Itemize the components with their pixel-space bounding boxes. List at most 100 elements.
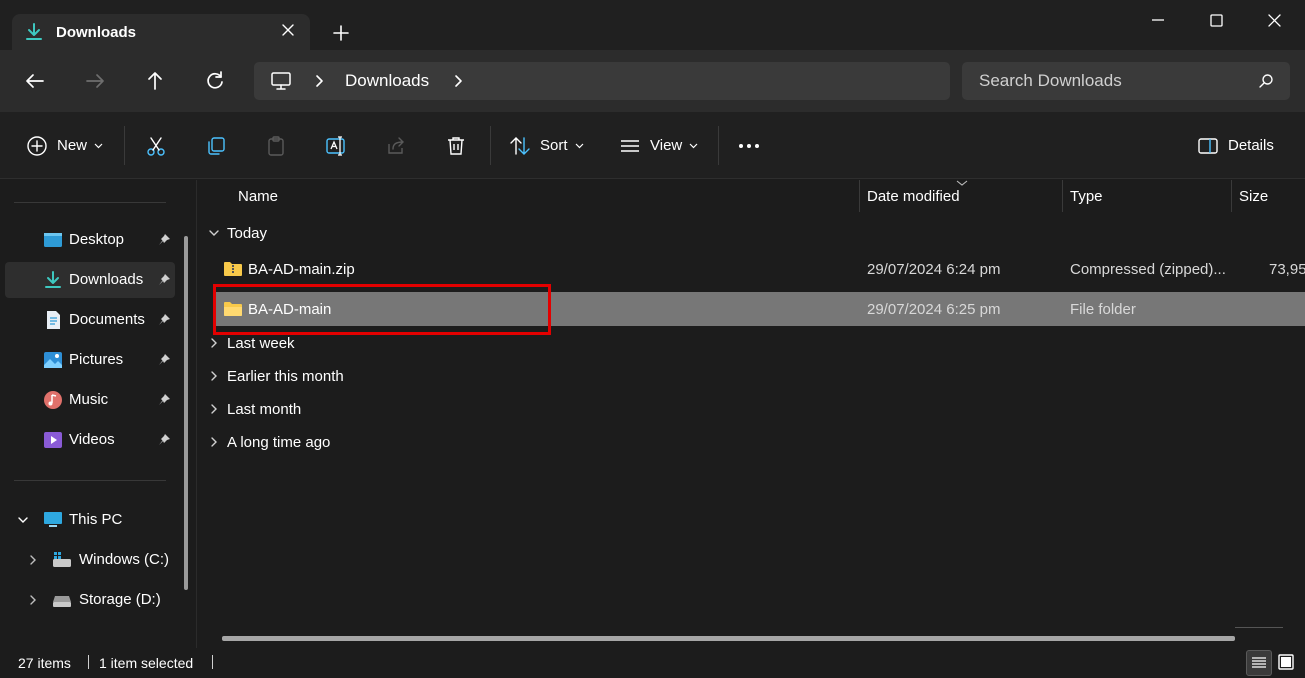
maximize-icon[interactable] [1194, 8, 1238, 34]
view-button[interactable]: View [619, 112, 698, 179]
address-row: Downloads [0, 50, 1305, 112]
this-pc-icon [271, 72, 291, 90]
sidebar-item-windows-drive[interactable]: Windows (C:) [5, 542, 175, 578]
zip-folder-icon [224, 262, 242, 276]
more-options-button[interactable] [738, 112, 760, 179]
sidebar-item-label: Videos [69, 431, 115, 448]
close-tab-icon[interactable] [280, 22, 296, 38]
desktop-icon [44, 233, 62, 247]
sidebar-item-downloads[interactable]: Downloads [5, 262, 175, 298]
details-button[interactable]: Details [1197, 112, 1274, 179]
sort-button[interactable]: Sort [509, 112, 584, 179]
minimize-icon[interactable] [1136, 8, 1180, 34]
up-arrow-icon[interactable] [142, 68, 168, 94]
group-label: Today [227, 225, 268, 242]
chevron-right-icon[interactable] [208, 370, 220, 382]
tab-label: Downloads [56, 24, 137, 41]
group-label: A long time ago [227, 434, 331, 451]
sidebar-item-pictures[interactable]: Pictures [5, 342, 175, 378]
sidebar-item-storage-drive[interactable]: Storage (D:) [5, 582, 175, 618]
status-bar: 27 items 1 item selected [0, 648, 1305, 678]
chevron-down-icon[interactable] [17, 514, 29, 526]
large-icons-view-icon [1278, 654, 1294, 670]
separator [124, 126, 125, 165]
file-size: 73,95 [1269, 261, 1305, 278]
share-button[interactable] [385, 112, 407, 179]
details-label: Details [1228, 137, 1274, 154]
chevron-right-icon[interactable] [208, 436, 220, 448]
refresh-icon[interactable] [202, 68, 228, 94]
chevron-right-icon[interactable] [27, 594, 39, 606]
documents-icon [47, 311, 60, 329]
forward-arrow-icon[interactable] [82, 68, 108, 94]
search-input[interactable] [962, 62, 1252, 100]
tab-downloads[interactable]: Downloads [12, 14, 310, 50]
pin-icon[interactable] [158, 433, 171, 446]
highlight-annotation-box [213, 284, 551, 335]
chevron-down-icon[interactable] [208, 227, 220, 239]
sidebar-item-documents[interactable]: Documents [5, 302, 175, 338]
paste-button[interactable] [265, 112, 287, 179]
delete-button[interactable] [445, 112, 467, 179]
view-lines-icon [621, 139, 639, 152]
file-list: Name Date modified Type Size Today BA-AD… [198, 180, 1305, 648]
pin-icon[interactable] [158, 353, 171, 366]
windows-drive-icon [53, 552, 71, 567]
sidebar-item-label: Desktop [69, 231, 125, 248]
details-view-icon [1252, 657, 1266, 668]
search-box[interactable] [962, 62, 1290, 100]
pin-icon[interactable] [158, 313, 171, 326]
cut-button[interactable] [145, 112, 167, 179]
scrollbar-track-end [1235, 627, 1283, 628]
file-date: 29/07/2024 6:24 pm [867, 261, 1001, 278]
new-tab-plus-icon[interactable] [330, 22, 352, 44]
column-header-date-modified[interactable]: Date modified [859, 180, 1062, 213]
navigation-pane: Desktop Downloads Documents Pictures Mus… [0, 180, 197, 648]
pictures-icon [44, 352, 62, 368]
sidebar-item-videos[interactable]: Videos [5, 422, 175, 458]
back-arrow-icon[interactable] [22, 68, 48, 94]
horizontal-scrollbar[interactable] [222, 636, 1235, 641]
share-icon [388, 136, 404, 154]
details-view-button[interactable] [1246, 650, 1272, 676]
search-icon[interactable] [1258, 73, 1274, 89]
column-header-type[interactable]: Type [1062, 180, 1231, 213]
scissors-icon [147, 136, 165, 156]
close-window-icon[interactable] [1252, 8, 1296, 34]
pin-icon[interactable] [158, 393, 171, 406]
address-bar[interactable]: Downloads [254, 62, 950, 100]
pin-icon[interactable] [158, 233, 171, 246]
chevron-down-icon [575, 143, 583, 148]
sidebar-scrollbar[interactable] [184, 236, 188, 590]
selection-count: 1 item selected [99, 655, 194, 671]
separator [490, 126, 491, 165]
sidebar-item-music[interactable]: Music [5, 382, 175, 418]
pin-icon[interactable] [158, 273, 171, 286]
column-header-name[interactable]: Name [230, 180, 858, 213]
file-row[interactable]: BA-AD-main.zip 29/07/2024 6:24 pm Compre… [216, 252, 1305, 286]
sidebar-item-label: Pictures [69, 351, 124, 368]
file-type: Compressed (zipped)... [1070, 261, 1226, 278]
chevron-right-icon[interactable] [208, 403, 220, 415]
file-date: 29/07/2024 6:25 pm [867, 301, 1001, 318]
rename-icon [326, 135, 345, 156]
group-label: Earlier this month [227, 368, 344, 385]
copy-button[interactable] [205, 112, 227, 179]
large-icons-view-button[interactable] [1274, 650, 1300, 676]
breadcrumb-downloads[interactable]: Downloads [345, 71, 429, 91]
rename-button[interactable] [325, 112, 349, 179]
divider [14, 202, 166, 203]
chevron-right-icon[interactable] [312, 73, 326, 89]
sidebar-item-this-pc[interactable]: This PC [5, 502, 175, 538]
file-type: File folder [1070, 301, 1136, 318]
download-icon [45, 271, 61, 288]
new-label: New [57, 137, 88, 154]
column-header-size[interactable]: Size [1231, 180, 1305, 213]
videos-icon [44, 432, 62, 448]
sidebar-item-desktop[interactable]: Desktop [5, 222, 175, 258]
new-button[interactable]: New [26, 112, 103, 179]
chevron-right-icon[interactable] [27, 554, 39, 566]
sidebar-item-label: Storage (D:) [79, 591, 161, 608]
chevron-right-icon[interactable] [451, 73, 465, 89]
chevron-right-icon[interactable] [208, 337, 220, 349]
